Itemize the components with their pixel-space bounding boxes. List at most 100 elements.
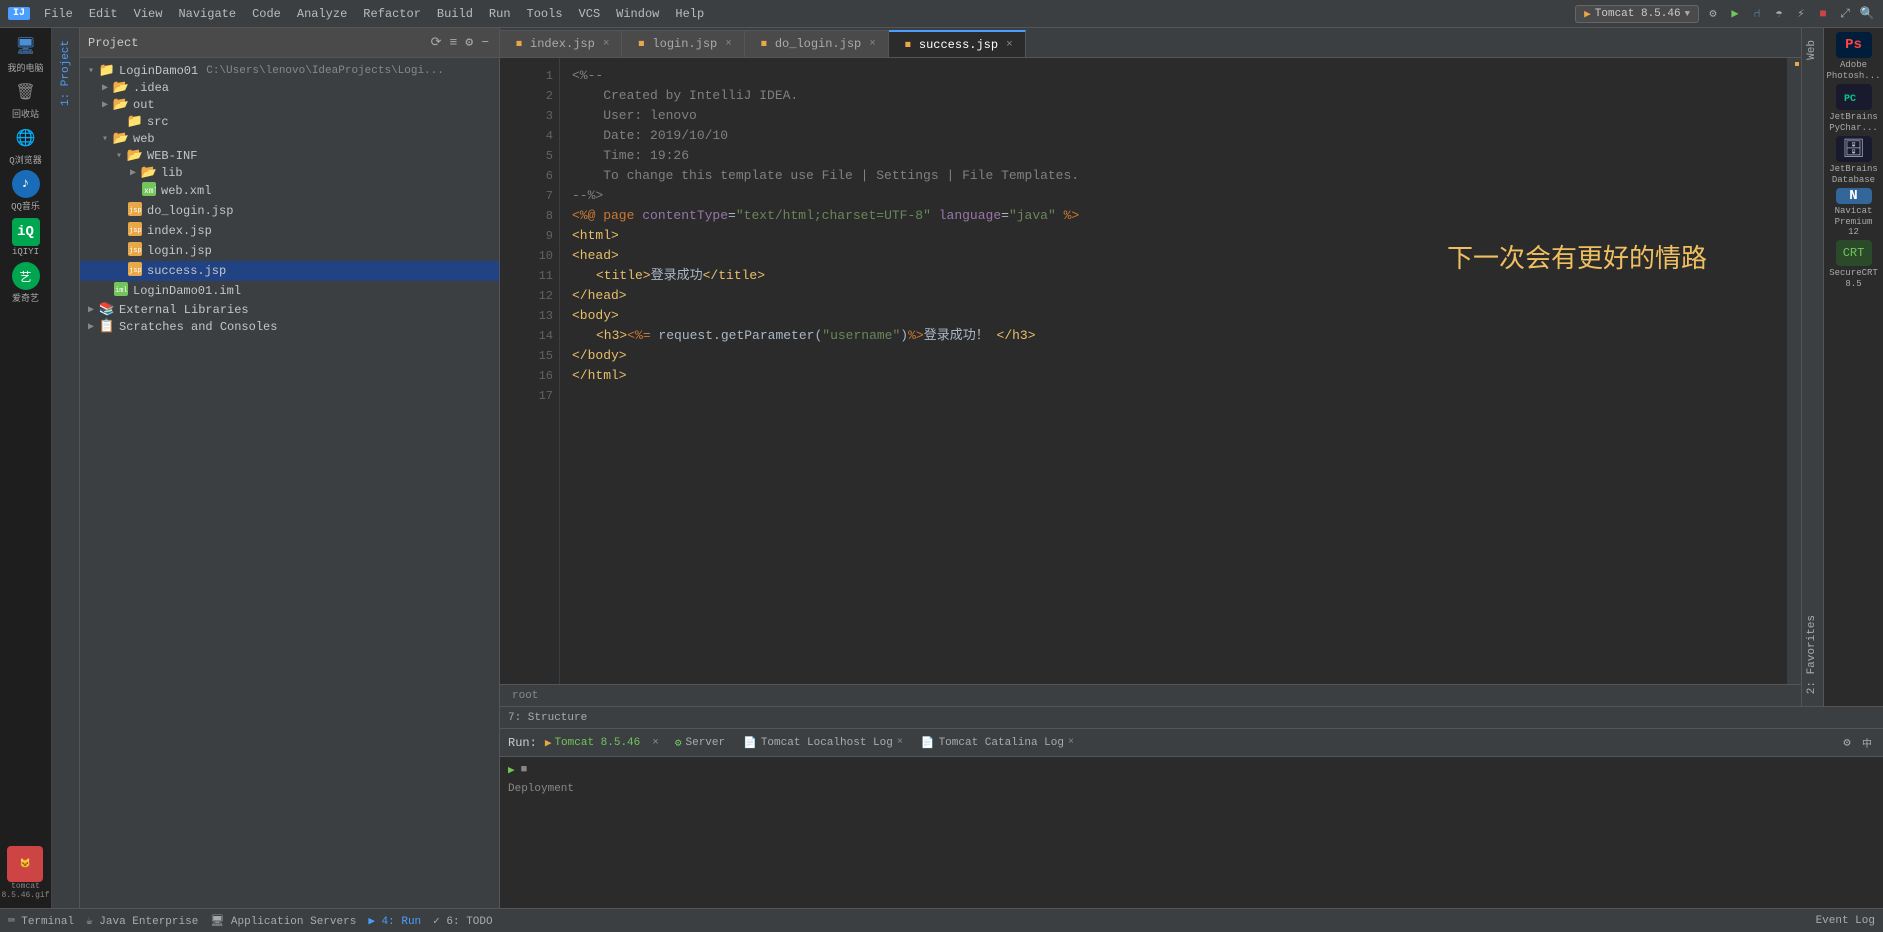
run-tomcat-close[interactable]: × <box>652 737 659 749</box>
status-java-enterprise[interactable]: ☕ Java Enterprise <box>86 914 198 928</box>
tab-login-close[interactable]: × <box>725 38 732 50</box>
menu-file[interactable]: File <box>38 5 79 23</box>
tree-scratches[interactable]: ▶ 📋 Scratches and Consoles <box>80 318 499 335</box>
tree-webxml[interactable]: xml web.xml <box>80 181 499 201</box>
tree-iml[interactable]: iml LoginDamo01.iml <box>80 281 499 301</box>
computer-icon: 🖥 <box>12 32 40 60</box>
tree-webinf[interactable]: ▾ 📂 WEB-INF <box>80 147 499 164</box>
desktop-icon-browser[interactable]: 🌐 Q浏览器 <box>5 124 47 166</box>
tab-success[interactable]: ◼ success.jsp × <box>889 30 1026 57</box>
tab-dologin[interactable]: ◼ do_login.jsp × <box>745 30 889 57</box>
out-folder-icon: 📂 <box>112 97 130 112</box>
app-navicat[interactable]: N NavicatPremium 12 <box>1829 188 1879 238</box>
menu-code[interactable]: Code <box>246 5 287 23</box>
menu-build[interactable]: Build <box>431 5 479 23</box>
tree-root[interactable]: ▾ 📁 LoginDamo01 C:\Users\lenovo\IdeaProj… <box>80 62 499 79</box>
app-securecrt[interactable]: CRT SecureCRT8.5 <box>1829 240 1879 290</box>
tree-web[interactable]: ▾ 📂 web <box>80 130 499 147</box>
structure-vtab[interactable]: 7: Structure <box>500 712 595 724</box>
menu-vcs[interactable]: VCS <box>573 5 607 23</box>
extlib-label: External Libraries <box>119 303 249 317</box>
desktop-icon-music[interactable]: ♪ QQ音乐 <box>5 170 47 212</box>
root-label: LoginDamo01 <box>119 64 198 78</box>
tree-login[interactable]: jsp login.jsp <box>80 241 499 261</box>
coverage-icon[interactable]: ☂ <box>1771 6 1787 22</box>
recycle-icon: 🗑 <box>12 78 40 106</box>
status-app-servers[interactable]: 🖥 Application Servers <box>210 914 356 928</box>
desktop-icon-recycle[interactable]: 🗑 回收站 <box>5 78 47 120</box>
favorites-vtab[interactable]: 2: Favorites <box>1802 603 1823 706</box>
project-vtab[interactable]: 1: Project <box>56 28 76 118</box>
app-pycharm[interactable]: PC JetBrainsPyChar... <box>1829 84 1879 134</box>
desktop-icon-aiqiyi[interactable]: 艺 爱奇艺 <box>5 262 47 304</box>
settings-icon[interactable]: ⚙ <box>463 33 475 52</box>
menu-help[interactable]: Help <box>669 5 710 23</box>
tree-src[interactable]: 📁 src <box>80 113 499 130</box>
code-line-5: Time: 19:26 <box>572 146 1787 166</box>
tab-login-label: login.jsp <box>652 37 717 51</box>
tab-success-close[interactable]: × <box>1006 39 1013 51</box>
debug-icon[interactable]: ⑁ <box>1749 6 1765 22</box>
tab-index-label: index.jsp <box>530 37 595 51</box>
tree-index[interactable]: jsp index.jsp <box>80 221 499 241</box>
run-encoding-icon[interactable]: 中 <box>1859 735 1875 751</box>
run-tab-localhost[interactable]: 📄 Tomcat Localhost Log × <box>735 734 911 752</box>
app-adobe[interactable]: Ps AdobePhotosh... <box>1829 32 1879 82</box>
run-tab-server[interactable]: ⚙ Server <box>667 734 733 752</box>
menu-edit[interactable]: Edit <box>83 5 124 23</box>
expand-icon[interactable]: ⤢ <box>1837 6 1853 22</box>
editor-root-label: root <box>512 690 538 702</box>
build-icon[interactable]: ⚙ <box>1705 6 1721 22</box>
tab-index[interactable]: ◼ index.jsp × <box>500 30 622 57</box>
svg-text:jsp: jsp <box>129 207 142 215</box>
status-terminal[interactable]: ⌨ Terminal <box>8 914 74 928</box>
collapse-icon[interactable]: ≡ <box>448 33 460 52</box>
run-tab-catalina[interactable]: 📄 Tomcat Catalina Log × <box>913 734 1082 752</box>
play-btn[interactable]: ▶ <box>508 763 515 777</box>
menu-analyze[interactable]: Analyze <box>291 5 353 23</box>
run-settings-icon[interactable]: ⚙ <box>1839 735 1855 751</box>
tree-dologin[interactable]: jsp do_login.jsp <box>80 201 499 221</box>
run-controls: ⚙ 中 <box>1839 735 1875 751</box>
tree-extlib[interactable]: ▶ 📚 External Libraries <box>80 301 499 318</box>
menu-refactor[interactable]: Refactor <box>357 5 427 23</box>
status-event-log[interactable]: Event Log <box>1816 915 1875 927</box>
menu-view[interactable]: View <box>128 5 169 23</box>
tree-success[interactable]: jsp success.jsp <box>80 261 499 281</box>
menu-run[interactable]: Run <box>483 5 517 23</box>
run-icon[interactable]: ▶ <box>1727 6 1743 22</box>
web-vtab[interactable]: Web <box>1802 28 1823 72</box>
status-todo[interactable]: ✓ 6: TODO <box>433 914 492 928</box>
code-area[interactable]: <%-- Created by IntelliJ IDEA. User: len… <box>560 58 1787 684</box>
app-database[interactable]: 🗄 JetBrainsDatabase <box>1829 136 1879 186</box>
search-icon[interactable]: 🔍 <box>1859 6 1875 22</box>
tab-login[interactable]: ◼ login.jsp × <box>622 30 744 57</box>
run-controls-row: ▶ ■ <box>508 761 1875 779</box>
localhost-tab-close[interactable]: × <box>897 737 903 748</box>
desktop-icon-iqiyi[interactable]: iQ iQIYI <box>5 216 47 258</box>
menu-window[interactable]: Window <box>610 5 665 23</box>
run-panel: Run: ▶ Tomcat 8.5.46 × ⚙ Server 📄 Tomcat… <box>500 728 1883 908</box>
tomcat-badge[interactable]: ▶ Tomcat 8.5.46 ▼ <box>1575 5 1699 23</box>
tree-out[interactable]: ▶ 📂 out <box>80 96 499 113</box>
deployment-label: Deployment <box>508 783 1875 795</box>
minimize-icon[interactable]: − <box>479 33 491 52</box>
stop-btn[interactable]: ■ <box>521 764 528 776</box>
stop-icon[interactable]: ■ <box>1815 6 1831 22</box>
tree-lib[interactable]: ▶ 📂 lib <box>80 164 499 181</box>
sync-icon[interactable]: ⟳ <box>429 33 444 52</box>
desktop-icon-computer[interactable]: 🖥 我的电脑 <box>5 32 47 74</box>
tab-index-close[interactable]: × <box>603 38 610 50</box>
lib-label: lib <box>161 166 183 180</box>
editor-right-wrapper: ◼ index.jsp × ◼ login.jsp × ◼ do_login.j… <box>500 28 1883 908</box>
menu-navigate[interactable]: Navigate <box>172 5 242 23</box>
menu-tools[interactable]: Tools <box>521 5 569 23</box>
tab-dologin-close[interactable]: × <box>869 38 876 50</box>
profile-icon[interactable]: ⚡ <box>1793 6 1809 22</box>
status-run[interactable]: ▶ 4: Run <box>368 914 421 928</box>
svg-text:jsp: jsp <box>129 247 142 255</box>
tree-idea[interactable]: ▶ 📂 .idea <box>80 79 499 96</box>
status-bar: ⌨ Terminal ☕ Java Enterprise 🖥 Applicati… <box>0 908 1883 932</box>
error-marker <box>1795 62 1799 66</box>
catalina-tab-close[interactable]: × <box>1068 737 1074 748</box>
